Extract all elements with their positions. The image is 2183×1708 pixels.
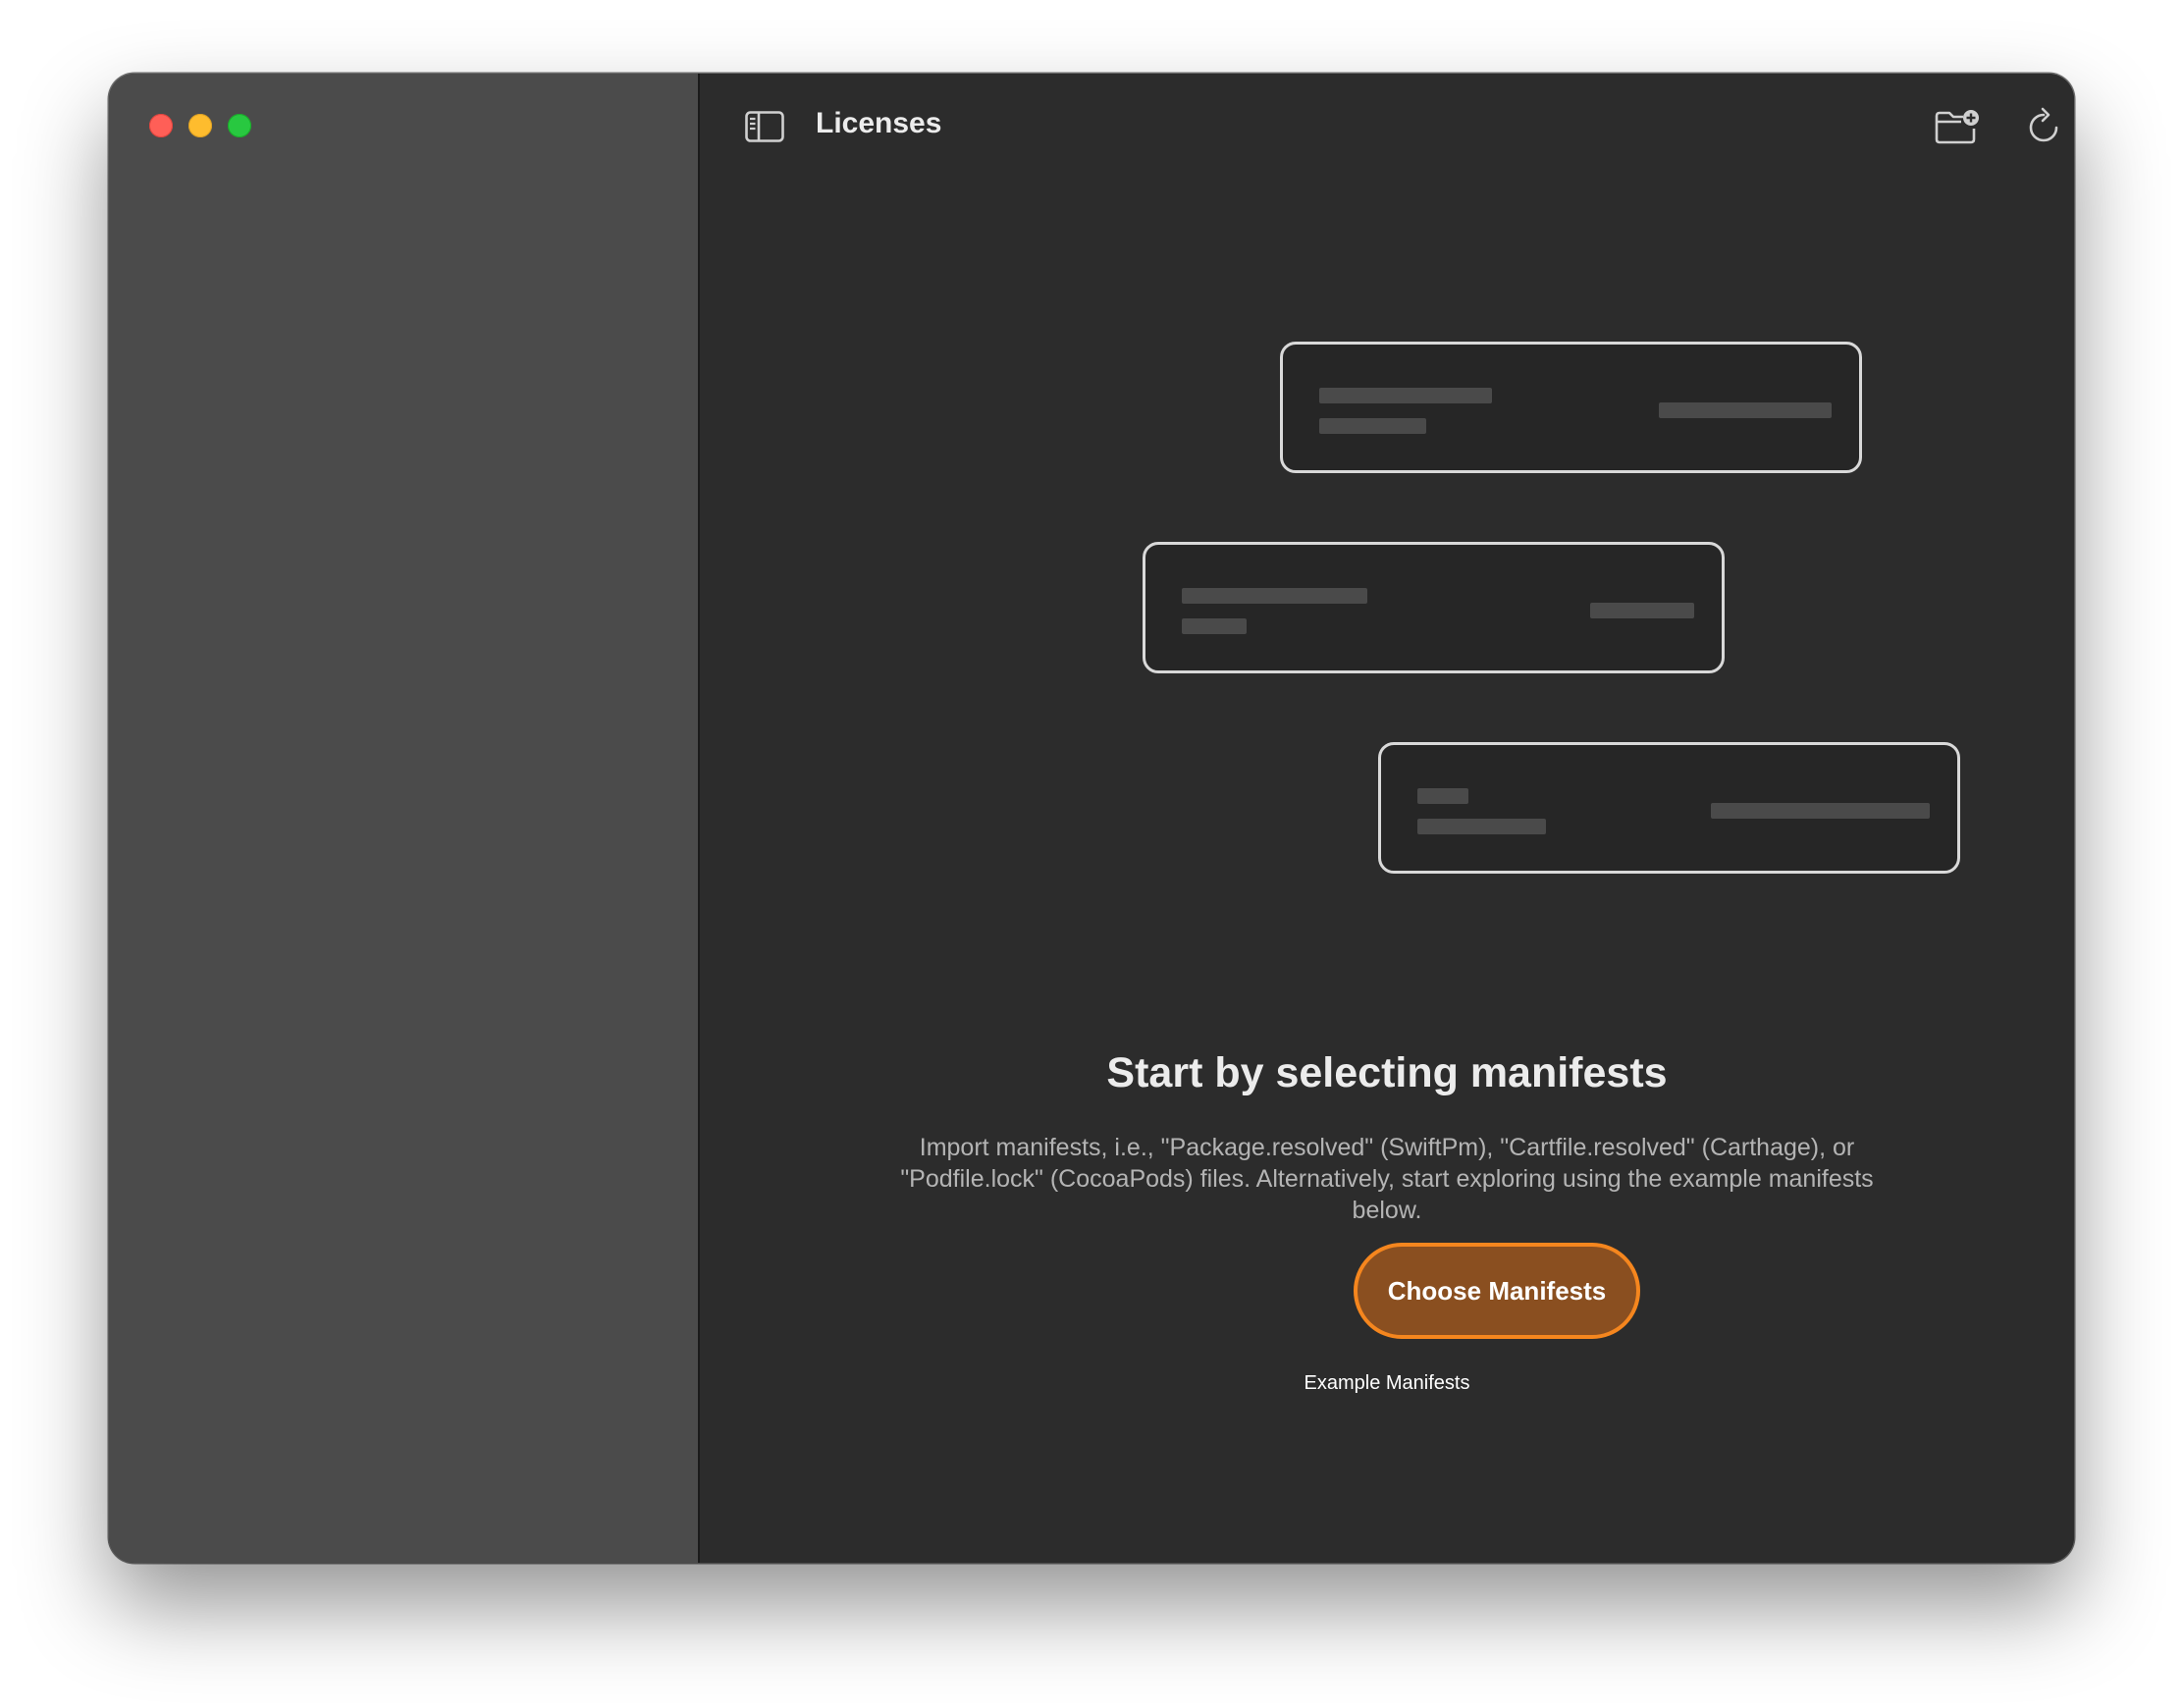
placeholder-card [1143, 542, 1725, 673]
placeholder-bar [1182, 588, 1367, 604]
sidebar-toggle-button[interactable] [742, 107, 787, 146]
placeholder-bar [1319, 418, 1426, 434]
placeholder-bar [1319, 388, 1492, 403]
app-window: Licenses Start by selecting manifests Im… [109, 74, 2074, 1563]
placeholder-card [1280, 342, 1862, 473]
window-title: Licenses [816, 107, 942, 139]
reload-button[interactable] [2022, 105, 2065, 148]
placeholder-bar [1417, 819, 1546, 834]
placeholder-bar [1182, 618, 1247, 634]
example-manifests-link[interactable]: Example Manifests [1304, 1372, 1470, 1394]
main-content: Licenses Start by selecting manifests Im… [700, 74, 2074, 1563]
zoom-window-button[interactable] [228, 114, 251, 137]
placeholder-bar [1417, 788, 1468, 804]
close-window-button[interactable] [149, 114, 173, 137]
add-manifests-button[interactable] [1933, 105, 1982, 148]
placeholder-bar [1711, 803, 1930, 819]
sidebar [109, 74, 700, 1563]
empty-state-description: Import manifests, i.e., "Package.resolve… [900, 1134, 1874, 1224]
empty-state-headline: Start by selecting manifests [1106, 1049, 1668, 1096]
placeholder-card [1378, 742, 1960, 874]
placeholder-bar [1590, 603, 1694, 618]
minimize-window-button[interactable] [188, 114, 212, 137]
placeholder-bar [1659, 402, 1832, 418]
sidebar-left-icon [745, 111, 784, 142]
folder-badge-plus-icon [1935, 110, 1979, 144]
refresh-icon [2029, 107, 2058, 142]
choose-manifests-button[interactable]: Choose Manifests [1354, 1243, 1640, 1339]
example-manifests-row: Example Manifests [700, 1370, 2074, 1396]
